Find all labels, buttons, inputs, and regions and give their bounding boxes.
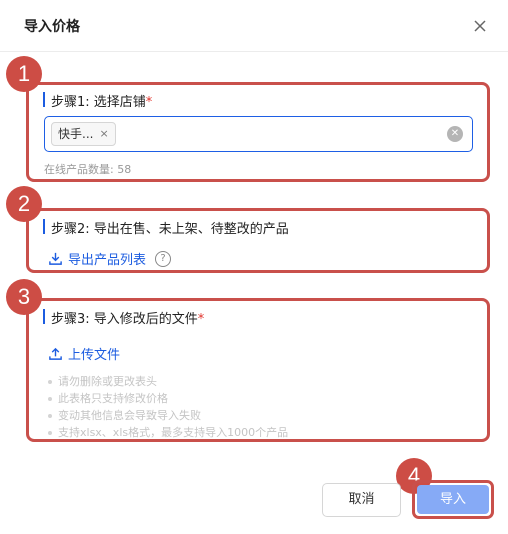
tip-item: 此表格只支持修改价格 [46,390,288,407]
step3-section: 步骤3: 导入修改后的文件* 上传文件 请勿删除或更改表头 此表格只支持修改价格… [26,298,490,442]
dialog-title: 导入价格 [24,19,80,35]
import-button[interactable]: 导入 [417,485,489,514]
shop-select[interactable]: 快手... × ✕ [44,116,473,152]
annotation-badge-1: 1 [6,56,42,92]
close-icon[interactable] [470,16,490,36]
annotation-badge-3: 3 [6,279,42,315]
download-icon [49,252,62,265]
selected-shop-label: 快手... [58,127,94,141]
upload-file-link[interactable]: 上传文件 [48,344,120,363]
step2-title: 步骤2: 导出在售、未上架、待整改的产品 [43,218,289,237]
product-count: 在线产品数量: 58 [44,163,132,176]
clear-icon[interactable]: ✕ [447,126,463,142]
cancel-button[interactable]: 取消 [322,483,401,517]
export-product-list-link[interactable]: 导出产品列表 ? [48,249,172,268]
dialog-header: 导入价格 [0,0,508,52]
upload-tips-list: 请勿删除或更改表头 此表格只支持修改价格 变动其他信息会导致导入失败 支持xls… [46,373,288,441]
import-button-highlight: 导入 [412,480,494,519]
tip-item: 支持xlsx、xls格式，最多支持导入1000个产品 [46,424,288,441]
tip-item: 变动其他信息会导致导入失败 [46,407,288,424]
annotation-badge-2: 2 [6,186,42,222]
step3-title: 步骤3: 导入修改后的文件* [43,308,204,327]
step1-title: 步骤1: 选择店铺* [43,91,152,110]
tag-remove-icon[interactable]: × [99,123,108,145]
help-icon[interactable]: ? [155,250,172,267]
export-link-label: 导出产品列表 [68,253,147,268]
step1-section: 步骤1: 选择店铺* 快手... × ✕ 在线产品数量: 58 [26,82,490,182]
step2-section: 步骤2: 导出在售、未上架、待整改的产品 导出产品列表 ? [26,208,490,273]
upload-link-label: 上传文件 [68,348,121,363]
upload-icon [49,347,62,360]
tip-item: 请勿删除或更改表头 [46,373,288,390]
selected-shop-tag: 快手... × [51,122,116,146]
